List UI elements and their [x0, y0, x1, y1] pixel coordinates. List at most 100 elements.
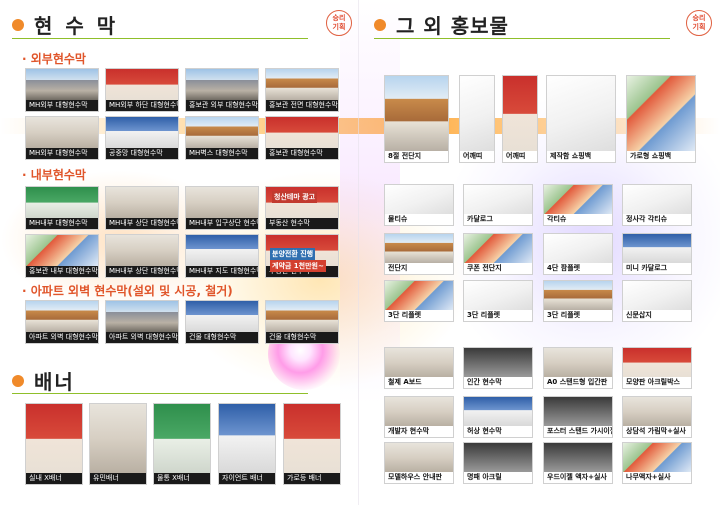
product-photo — [385, 281, 453, 310]
thumbnail-caption: 아파트 외벽 대형현수막 — [26, 332, 98, 343]
thumbnail-caption: MH벽스 대형현수막 — [186, 148, 258, 159]
product-photo — [503, 76, 537, 151]
product-photo — [544, 185, 612, 214]
product-thumbnail: MH외부 대형현수막 — [25, 68, 99, 112]
product-photo — [544, 234, 612, 263]
product-thumbnail: 물티슈 — [384, 184, 454, 226]
product-thumbnail: 개발자 현수막 — [384, 396, 454, 438]
product-photo — [464, 397, 532, 426]
product-photo — [544, 397, 612, 426]
thumbnail-overlay-text: 청산테마 광고 — [272, 191, 318, 203]
thumbnail-caption: 홍보관 전면 대형현수막 — [266, 100, 338, 111]
product-photo — [464, 443, 532, 472]
product-photo — [385, 234, 453, 263]
thumbnail-caption: 8절 전단지 — [388, 152, 422, 160]
product-photo — [547, 76, 615, 151]
product-thumbnail: 자이언트 배너 — [218, 403, 276, 485]
thumbnail-caption: 정사각 각티슈 — [626, 215, 668, 223]
section-underline — [12, 38, 308, 39]
product-photo — [106, 187, 178, 218]
thumbnail-caption: 부동산 현수막 — [266, 218, 338, 229]
thumbnail-caption: 건물 대형현수막 — [186, 332, 258, 343]
product-photo — [26, 117, 98, 148]
thumbnail-caption: 가로등 배너 — [284, 473, 340, 484]
product-photo — [385, 443, 453, 472]
thumbnail-caption: 홍보관 외부 대형현수막 — [186, 100, 258, 111]
product-photo — [460, 76, 494, 151]
product-thumbnail: 정사각 각티슈 — [622, 184, 692, 226]
product-thumbnail: 나무액자+실사 — [622, 442, 692, 484]
right-section-header: 그 외 홍보물 — [374, 10, 509, 39]
thumbnail-caption: 명패 아크릴 — [467, 473, 502, 481]
product-thumbnail: 아파트 외벽 대형현수막 — [105, 300, 179, 344]
product-thumbnail: MH외부 대형현수막 — [25, 116, 99, 160]
thumbnail-caption: 모델하우스 안내판 — [388, 473, 442, 481]
thumbnail-caption: 모양판 아크릴박스 — [626, 378, 680, 386]
thumbnail-caption: 허상 현수막 — [467, 427, 502, 435]
product-thumbnail: 홍보관 전면 대형현수막 — [265, 68, 339, 112]
thumbnail-caption: 신문삽지 — [626, 311, 652, 319]
product-thumbnail: 모델하우스 안내판 — [384, 442, 454, 484]
thumbnail-caption: A0 스탠드형 입간판 — [547, 378, 608, 386]
product-thumbnail: 3단 리플렛 — [384, 280, 454, 322]
product-photo — [544, 443, 612, 472]
product-photo — [266, 69, 338, 100]
product-photo — [106, 117, 178, 148]
product-thumbnail: 철제 A보드 — [384, 347, 454, 389]
page-divider — [358, 0, 359, 505]
product-thumbnail: 어깨띠 — [502, 75, 538, 163]
product-photo — [106, 235, 178, 266]
product-thumbnail: 포스터 스탠드 가시이젤 — [543, 396, 613, 438]
product-photo — [623, 443, 691, 472]
product-thumbnail: MH내부 대형현수막 — [25, 186, 99, 230]
banner-section-title: 배너 — [34, 370, 75, 394]
thumbnail-caption: MH내부 상단 대형현수막 — [106, 266, 178, 277]
thumbnail-caption: 상담석 가림막+실사 — [626, 427, 686, 435]
product-thumbnail: MH내부 상단 대형현수막 — [105, 186, 179, 230]
product-thumbnail: 카달로그 — [463, 184, 533, 226]
product-thumbnail: 상담석 가림막+실사 — [622, 396, 692, 438]
thumbnail-caption: 물티슈 — [388, 215, 408, 223]
product-thumbnail: MH벽스 대형현수막 — [185, 116, 259, 160]
product-thumbnail: 8절 전단지 — [384, 75, 449, 163]
thumbnail-caption: MH내부 상단 대형현수막 — [106, 218, 178, 229]
product-thumbnail: 3단 리플렛 — [463, 280, 533, 322]
product-thumbnail: 각티슈 — [543, 184, 613, 226]
product-photo — [186, 69, 258, 100]
company-stamp: 승리 기획 — [686, 10, 712, 36]
product-thumbnail: MH내부 입구상단 현수막 — [185, 186, 259, 230]
product-photo — [266, 117, 338, 148]
product-photo — [186, 235, 258, 266]
product-photo — [623, 185, 691, 214]
apartment-banner-heading: · 아파트 외벽 현수막(설외 및 시공, 철거) — [22, 284, 233, 298]
product-photo — [385, 76, 448, 151]
product-thumbnail: 인간 현수막 — [463, 347, 533, 389]
thumbnail-caption: 카달로그 — [467, 215, 493, 223]
product-photo — [544, 281, 612, 310]
thumbnail-caption: 유민배너 — [90, 473, 146, 484]
product-photo — [154, 404, 210, 473]
product-thumbnail: MH내부 지도 대형현수막 — [185, 234, 259, 278]
indoor-banner-heading: · 내부현수막 — [22, 168, 86, 182]
thumbnail-caption: MH내부 입구상단 현수막 — [186, 218, 258, 229]
product-thumbnail: 명패 아크릴 — [463, 442, 533, 484]
product-thumbnail: MH내부 상단 대형현수막 — [105, 234, 179, 278]
product-thumbnail: 건물 대형현수막 — [185, 300, 259, 344]
thumbnail-caption: 공중망 대형현수막 — [106, 148, 178, 159]
product-thumbnail: A0 스탠드형 입간판 — [543, 347, 613, 389]
outdoor-banner-heading: · 외부현수막 — [22, 52, 86, 66]
company-stamp: 승리 기획 — [326, 10, 352, 36]
thumbnail-caption: 실내 X배너 — [26, 473, 82, 484]
product-thumbnail: 허상 현수막 — [463, 396, 533, 438]
product-photo — [90, 404, 146, 473]
product-thumbnail: 홍보관 외부 대형현수막 — [185, 68, 259, 112]
product-thumbnail: 쿠폰 전단지 — [463, 233, 533, 275]
thumbnail-caption: MH외부 하단 대형현수막 — [106, 100, 178, 111]
product-photo — [464, 281, 532, 310]
product-photo — [464, 185, 532, 214]
product-thumbnail: 3단 리플렛 — [543, 280, 613, 322]
product-photo — [26, 301, 98, 332]
product-photo — [186, 187, 258, 218]
product-photo — [627, 76, 695, 151]
thumbnail-caption: 포스터 스탠드 가시이젤 — [547, 427, 612, 435]
